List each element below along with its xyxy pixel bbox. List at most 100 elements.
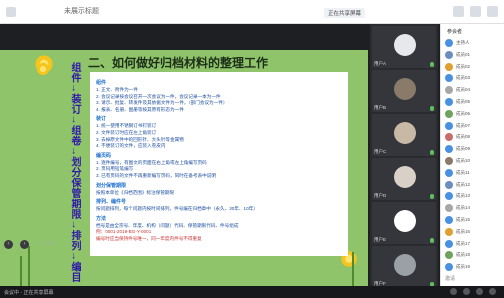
section-heading: 方法 [96, 215, 107, 222]
close-icon[interactable] [487, 6, 498, 17]
participant-name: 用户A [374, 61, 387, 66]
prev-page-icon[interactable]: ‹ [4, 240, 13, 249]
member-name: 成员14 [456, 205, 471, 211]
member-name: 成员11 [456, 169, 470, 175]
member-name: 成员02 [456, 63, 471, 69]
bottom-bar: 会议中 · 正在共享屏幕 [0, 286, 504, 298]
top-bar: 未展示标题 正在共享屏幕 [0, 0, 504, 24]
meeting-app: 未展示标题 正在共享屏幕 二、如何做好归档材料的整理工作 组件→装订→组卷→划分… [0, 0, 504, 298]
participant-tile[interactable]: 用户D [372, 158, 436, 200]
participant-tile[interactable]: 用户F [372, 246, 436, 288]
member-list-item[interactable]: 成员07 [445, 121, 503, 132]
page-indicator: 1 / 12 [42, 241, 55, 247]
content-line: 2. 文件装订时应在左上角装订 [96, 129, 157, 135]
avatar [445, 121, 453, 130]
member-list-item[interactable]: 成员13 [445, 191, 503, 202]
content-line-highlight: 例：0001-2019-BG-Y-0001 [96, 229, 152, 235]
member-name: 成员10 [456, 158, 471, 163]
content-line: 3. 已有页码的文件不再重新编写页码，同时在备考表中说明 [96, 172, 216, 178]
member-list-item[interactable]: 成员06 [445, 109, 503, 120]
member-list-item[interactable]: 成员12 [445, 180, 503, 191]
grass-decoration [352, 252, 354, 286]
member-name: 成员17 [456, 240, 471, 246]
share-status-badge[interactable]: 正在共享屏幕 [324, 8, 366, 18]
section-heading: 排列、编件号 [96, 199, 127, 206]
meeting-title: 未展示标题 [64, 8, 99, 15]
member-list-item[interactable]: 成员02 [445, 62, 503, 73]
avatar [445, 180, 453, 189]
section-heading: 编页码 [96, 152, 112, 159]
avatar [394, 78, 416, 100]
avatar [445, 157, 453, 165]
grass-decoration [20, 256, 22, 286]
minimize-icon[interactable] [453, 6, 464, 17]
member-list-item[interactable]: 成员19 [445, 262, 503, 273]
status-text: 会议中 · 正在共享屏幕 [4, 290, 54, 296]
member-list-item[interactable]: 成员01 [445, 50, 503, 61]
member-name: 成员16 [456, 228, 471, 234]
member-list-item[interactable]: 成员09 [445, 144, 503, 155]
member-list-item[interactable]: 主持人 [445, 38, 503, 49]
invite-button[interactable]: 邀请 [445, 275, 455, 282]
avatar [445, 168, 453, 177]
member-list-item[interactable]: 成员04 [445, 85, 503, 96]
member-list-item[interactable]: 成员14 [445, 203, 503, 214]
content-line: 2. 页码用铅笔编写 [96, 166, 134, 172]
camera-icon[interactable] [463, 288, 470, 295]
avatar [445, 74, 453, 83]
member-name: 成员05 [456, 99, 471, 104]
slide-controls: ‹ › [4, 240, 29, 249]
member-list-item[interactable]: 成员16 [445, 227, 503, 238]
avatar [445, 239, 453, 248]
avatar [445, 227, 453, 236]
avatar [445, 216, 453, 224]
section-heading: 划分保管期限 [96, 182, 127, 189]
avatar [394, 254, 416, 276]
member-list-item[interactable]: 成员05 [445, 97, 503, 108]
avatar [394, 210, 416, 232]
avatar [445, 145, 453, 154]
content-line: 2. 会议记录按会议召开一次会议为一件，会议记录一本为一件 [96, 93, 221, 99]
participant-tile[interactable]: 用户C [372, 114, 436, 156]
member-name: 成员09 [456, 146, 471, 152]
avatar [445, 251, 453, 260]
avatar [445, 263, 453, 272]
maximize-icon[interactable] [470, 6, 481, 17]
participant-name: 用户B [374, 105, 387, 110]
member-list-header: 参会者 [447, 29, 463, 35]
next-page-icon[interactable]: › [20, 240, 29, 249]
member-list-item[interactable]: 成员10 [445, 156, 503, 167]
content-line: 1. 统一使用不锈钢订书钉装订 [96, 123, 157, 129]
content-line: 按问题排列，每个问题内按时间排列，件号编在归档章中（永久、30年、10年） [96, 206, 258, 212]
section-heading: 组件 [96, 80, 107, 86]
member-name: 成员03 [456, 75, 471, 81]
content-line: 按照本单位《归档范围》标注保管期限 [96, 189, 175, 195]
member-list-item[interactable]: 成员08 [445, 132, 503, 143]
member-list-item[interactable]: 成员17 [445, 239, 503, 250]
section-heading: 装订 [96, 116, 107, 123]
content-line: 3. 请示、批复、转发件及其依据文件为一件，（部门会议为一件） [96, 100, 228, 106]
participant-name: 用户D [374, 193, 387, 198]
member-list-item[interactable]: 成员15 [445, 215, 503, 226]
mic-icon[interactable] [450, 288, 457, 295]
content-line: 1. 正文、附件为一件 [96, 87, 138, 92]
share-screen-icon[interactable] [476, 288, 483, 295]
participant-tile[interactable]: 用户B [372, 70, 436, 112]
member-list-item[interactable]: 成员11 [445, 168, 503, 179]
avatar [445, 62, 453, 71]
avatar [445, 133, 453, 142]
participant-name: 用户C [374, 149, 387, 154]
participant-tile[interactable]: 用户A [372, 26, 436, 68]
member-list-item[interactable]: 成员03 [445, 73, 503, 84]
settings-icon[interactable] [489, 288, 496, 295]
avatar [394, 166, 416, 188]
dandelion-decoration-icon [36, 62, 50, 76]
member-name: 成员01 [456, 51, 471, 57]
participant-name: 用户E [374, 237, 387, 242]
member-name: 成员06 [456, 110, 471, 116]
member-list-item[interactable]: 成员18 [445, 250, 503, 261]
avatar [445, 192, 453, 201]
window-controls [453, 6, 498, 17]
participant-tile[interactable]: 用户E [372, 202, 436, 244]
member-name: 成员04 [456, 87, 471, 93]
